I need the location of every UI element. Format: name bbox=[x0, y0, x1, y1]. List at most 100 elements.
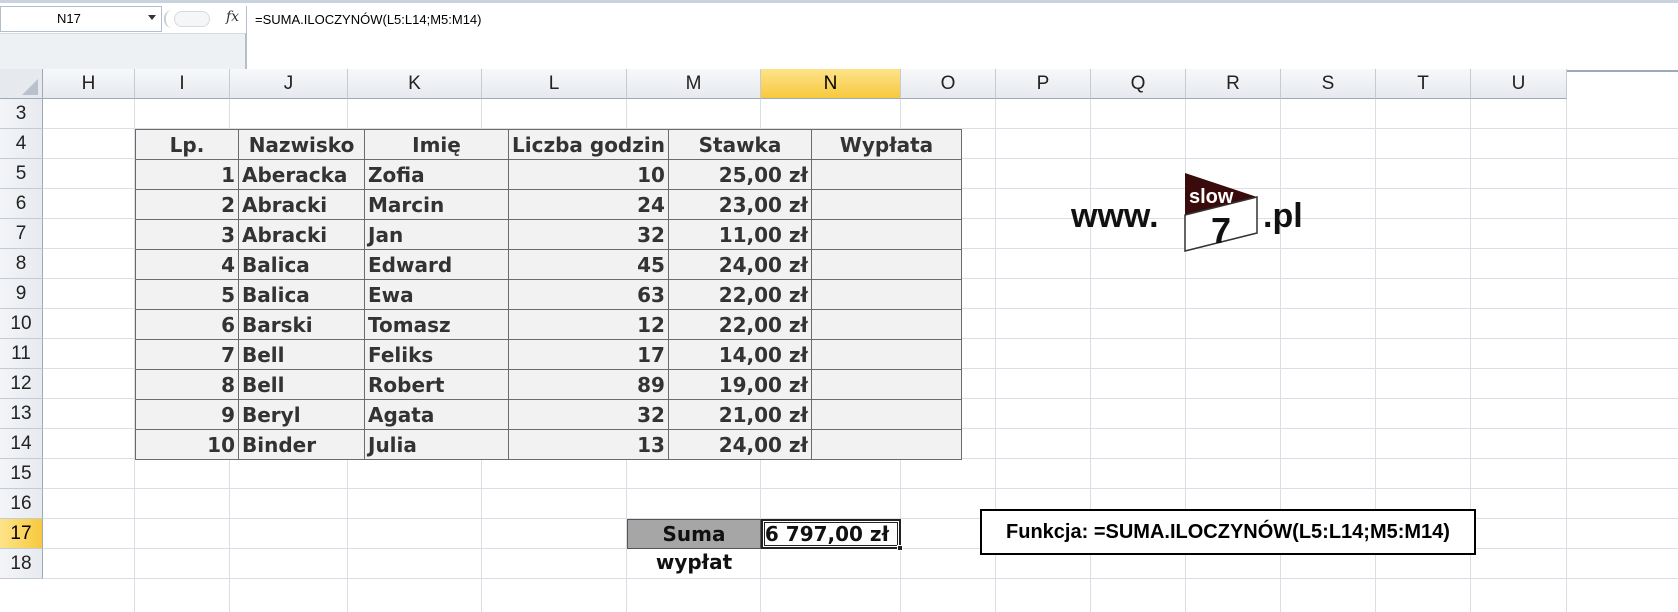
row-header-9[interactable]: 9 bbox=[0, 279, 43, 309]
cell-stawka[interactable]: 24,00 zł bbox=[667, 249, 812, 280]
cell-nazwisko[interactable]: Bell bbox=[238, 339, 365, 370]
cell-lp[interactable]: 3 bbox=[135, 219, 239, 250]
column-header-j[interactable]: J bbox=[230, 69, 348, 99]
cell-imie[interactable]: Julia bbox=[364, 429, 509, 460]
row-header-10[interactable]: 10 bbox=[0, 309, 43, 339]
cell-imie[interactable]: Ewa bbox=[364, 279, 509, 310]
header-imie[interactable]: Imię bbox=[364, 129, 509, 160]
cell-nazwisko[interactable]: Abracki bbox=[238, 189, 365, 220]
splitter-grip-icon[interactable] bbox=[164, 10, 174, 28]
row-header-7[interactable]: 7 bbox=[0, 219, 43, 249]
row-header-18[interactable]: 18 bbox=[0, 549, 43, 579]
cell-nazwisko[interactable]: Balica bbox=[238, 249, 365, 280]
row-header-11[interactable]: 11 bbox=[0, 339, 43, 369]
cell-wyplata[interactable] bbox=[810, 429, 962, 460]
cell-godziny[interactable]: 10 bbox=[508, 159, 669, 190]
cell-lp[interactable]: 8 bbox=[135, 369, 239, 400]
cell-imie[interactable]: Robert bbox=[364, 369, 509, 400]
column-header-m[interactable]: M bbox=[627, 69, 761, 99]
cell-imie[interactable]: Tomasz bbox=[364, 309, 509, 340]
cell-stawka[interactable]: 22,00 zł bbox=[667, 309, 812, 340]
cell-imie[interactable]: Edward bbox=[364, 249, 509, 280]
row-header-5[interactable]: 5 bbox=[0, 159, 43, 189]
cell-wyplata[interactable] bbox=[810, 309, 962, 340]
cell-wyplata[interactable] bbox=[810, 369, 962, 400]
cell-imie[interactable]: Agata bbox=[364, 399, 509, 430]
column-header-u[interactable]: U bbox=[1471, 69, 1567, 99]
cell-godziny[interactable]: 63 bbox=[508, 279, 669, 310]
formula-input[interactable]: =SUMA.ILOCZYNÓW(L5:L14;M5:M14) bbox=[246, 6, 1678, 71]
cell-stawka[interactable]: 19,00 zł bbox=[667, 369, 812, 400]
row-header-14[interactable]: 14 bbox=[0, 429, 43, 459]
column-header-s[interactable]: S bbox=[1281, 69, 1376, 99]
cell-imie[interactable]: Feliks bbox=[364, 339, 509, 370]
column-header-h[interactable]: H bbox=[43, 69, 135, 99]
row-header-12[interactable]: 12 bbox=[0, 369, 43, 399]
cell-lp[interactable]: 5 bbox=[135, 279, 239, 310]
cell-godziny[interactable]: 12 bbox=[508, 309, 669, 340]
cell-nazwisko[interactable]: Balica bbox=[238, 279, 365, 310]
insert-function-icon[interactable]: fx bbox=[226, 9, 239, 25]
row-header-17[interactable]: 17 bbox=[0, 519, 43, 549]
fill-handle[interactable] bbox=[897, 545, 903, 551]
cell-stawka[interactable]: 11,00 zł bbox=[667, 219, 812, 250]
column-header-l[interactable]: L bbox=[482, 69, 627, 99]
header-nazwisko[interactable]: Nazwisko bbox=[238, 129, 365, 160]
cell-godziny[interactable]: 45 bbox=[508, 249, 669, 280]
sum-value-cell[interactable]: 6 797,00 zł bbox=[761, 519, 901, 549]
column-header-k[interactable]: K bbox=[348, 69, 482, 99]
cell-godziny[interactable]: 89 bbox=[508, 369, 669, 400]
cell-wyplata[interactable] bbox=[810, 279, 962, 310]
row-header-6[interactable]: 6 bbox=[0, 189, 43, 219]
cell-nazwisko[interactable]: Bell bbox=[238, 369, 365, 400]
cell-nazwisko[interactable]: Abracki bbox=[238, 219, 365, 250]
cell-lp[interactable]: 7 bbox=[135, 339, 239, 370]
cell-imie[interactable]: Jan bbox=[364, 219, 509, 250]
header-stawka[interactable]: Stawka bbox=[667, 129, 812, 160]
cell-wyplata[interactable] bbox=[810, 249, 962, 280]
cell-stawka[interactable]: 25,00 zł bbox=[667, 159, 812, 190]
column-header-q[interactable]: Q bbox=[1091, 69, 1186, 99]
formula-expand-icon[interactable] bbox=[174, 11, 210, 27]
cell-lp[interactable]: 1 bbox=[135, 159, 239, 190]
cell-nazwisko[interactable]: Binder bbox=[238, 429, 365, 460]
column-header-r[interactable]: R bbox=[1186, 69, 1281, 99]
worksheet-grid[interactable]: HIJKLMNOPQRSTU 3 4 5 6 7 8 9 10 11 12 13 14 15 16 17 18… bbox=[0, 69, 1678, 612]
row-header-16[interactable]: 16 bbox=[0, 489, 43, 519]
header-liczba-godzin[interactable]: Liczba godzin bbox=[508, 129, 669, 160]
row-header-8[interactable]: 8 bbox=[0, 249, 43, 279]
function-note-box[interactable]: Funkcja: =SUMA.ILOCZYNÓW(L5:L14;M5:M14) bbox=[980, 509, 1476, 555]
column-header-o[interactable]: O bbox=[901, 69, 996, 99]
cell-wyplata[interactable] bbox=[810, 399, 962, 430]
cell-stawka[interactable]: 22,00 zł bbox=[667, 279, 812, 310]
name-box[interactable]: N17 bbox=[0, 6, 162, 32]
select-all-button[interactable] bbox=[0, 69, 43, 99]
row-header-4[interactable]: 4 bbox=[0, 129, 43, 159]
cell-godziny[interactable]: 32 bbox=[508, 399, 669, 430]
cell-godziny[interactable]: 17 bbox=[508, 339, 669, 370]
cell-stawka[interactable]: 14,00 zł bbox=[667, 339, 812, 370]
column-header-t[interactable]: T bbox=[1376, 69, 1471, 99]
sum-label-cell[interactable]: Suma wypłat bbox=[627, 519, 761, 574]
column-header-n[interactable]: N bbox=[761, 69, 901, 99]
cell-imie[interactable]: Marcin bbox=[364, 189, 509, 220]
cell-godziny[interactable]: 13 bbox=[508, 429, 669, 460]
name-box-dropdown-icon[interactable] bbox=[148, 15, 156, 20]
cell-lp[interactable]: 6 bbox=[135, 309, 239, 340]
cell-nazwisko[interactable]: Barski bbox=[238, 309, 365, 340]
cell-godziny[interactable]: 32 bbox=[508, 219, 669, 250]
header-lp[interactable]: Lp. bbox=[135, 129, 239, 160]
cell-lp[interactable]: 9 bbox=[135, 399, 239, 430]
header-wyplata[interactable]: Wypłata bbox=[810, 129, 962, 160]
cell-wyplata[interactable] bbox=[810, 339, 962, 370]
cell-stawka[interactable]: 21,00 zł bbox=[667, 399, 812, 430]
cell-lp[interactable]: 10 bbox=[135, 429, 239, 460]
select-all-icon[interactable] bbox=[22, 79, 38, 95]
row-header-3[interactable]: 3 bbox=[0, 99, 43, 129]
cell-wyplata[interactable] bbox=[810, 189, 962, 220]
cell-imie[interactable]: Zofia bbox=[364, 159, 509, 190]
cell-lp[interactable]: 2 bbox=[135, 189, 239, 220]
cell-wyplata[interactable] bbox=[810, 219, 962, 250]
column-header-p[interactable]: P bbox=[996, 69, 1091, 99]
row-header-15[interactable]: 15 bbox=[0, 459, 43, 489]
